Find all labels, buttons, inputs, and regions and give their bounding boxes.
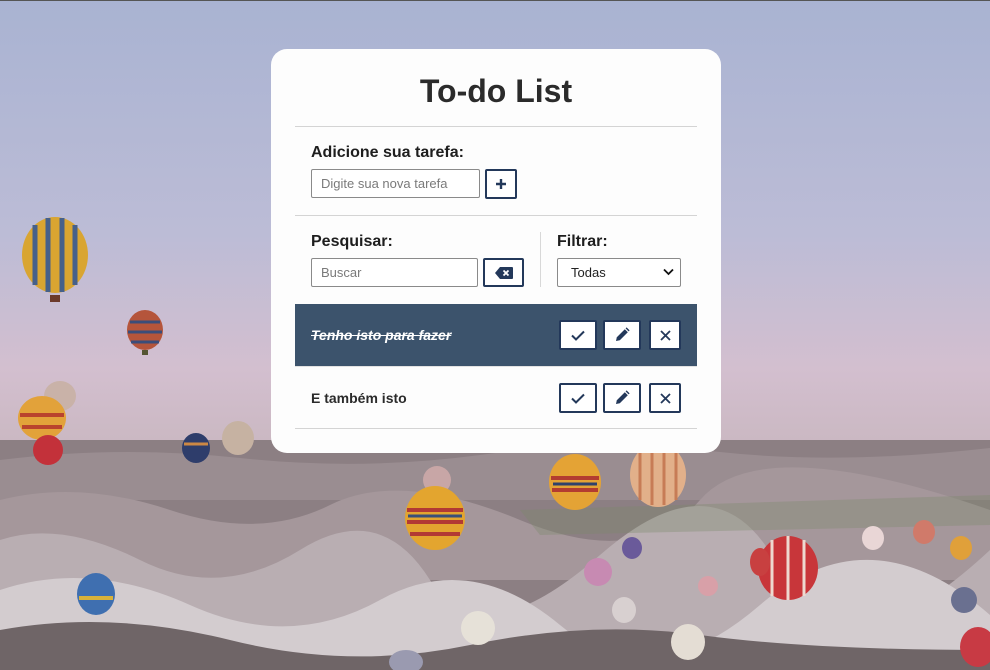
pencil-icon xyxy=(616,390,630,404)
remove-task-button[interactable] xyxy=(649,320,681,350)
search-label: Pesquisar: xyxy=(311,233,393,250)
close-icon xyxy=(659,392,671,404)
edit-task-button[interactable] xyxy=(603,383,641,413)
finish-task-button[interactable] xyxy=(559,320,597,350)
chevron-down-icon xyxy=(663,268,674,276)
clear-search-button[interactable] xyxy=(483,258,524,287)
filter-select[interactable]: Todas xyxy=(557,258,681,287)
check-icon xyxy=(571,393,585,404)
add-task-label: Adicione sua tarefa: xyxy=(311,144,464,161)
todo-item-text: Tenho isto para fazer xyxy=(311,327,452,343)
search-input[interactable] xyxy=(311,258,478,287)
filter-label: Filtrar: xyxy=(557,233,608,250)
filter-selected-value: Todas xyxy=(571,265,606,280)
page-title: To-do List xyxy=(419,73,573,109)
section-divider xyxy=(540,232,541,287)
divider xyxy=(295,428,697,429)
divider xyxy=(295,215,697,216)
add-task-button[interactable] xyxy=(485,169,517,199)
todo-item: Tenho isto para fazer xyxy=(295,304,697,366)
todo-item: E também isto xyxy=(295,367,697,429)
finish-task-button[interactable] xyxy=(559,383,597,413)
todo-card: To-do List Adicione sua tarefa: Pesquisa… xyxy=(271,49,721,453)
remove-task-button[interactable] xyxy=(649,383,681,413)
check-icon xyxy=(571,330,585,341)
todo-item-text: E também isto xyxy=(311,390,407,406)
divider xyxy=(295,126,697,127)
plus-icon xyxy=(496,179,506,189)
edit-task-button[interactable] xyxy=(603,320,641,350)
pencil-icon xyxy=(616,327,630,341)
close-icon xyxy=(659,329,671,341)
backspace-icon xyxy=(494,266,513,279)
new-task-input[interactable] xyxy=(311,169,480,198)
